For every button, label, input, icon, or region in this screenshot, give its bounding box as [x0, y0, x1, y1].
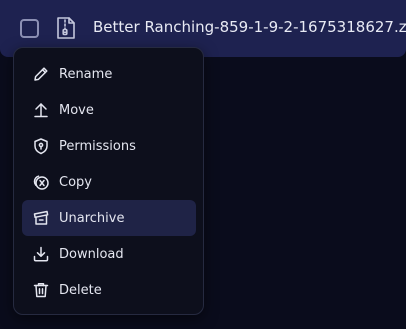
- archive-box-icon: [31, 208, 51, 228]
- zip-file-icon: [55, 16, 77, 40]
- file-name[interactable]: Better Ranching-859-1-9-2-1675318627.zip: [93, 18, 406, 36]
- menu-item-copy[interactable]: Copy: [22, 164, 196, 200]
- menu-item-download[interactable]: Download: [22, 236, 196, 272]
- arrow-up-icon: [31, 100, 51, 120]
- trash-icon: [31, 280, 51, 300]
- menu-item-rename[interactable]: Rename: [22, 56, 196, 92]
- menu-item-label: Permissions: [59, 138, 136, 154]
- shield-icon: [31, 136, 51, 156]
- copy-icon: [31, 172, 51, 192]
- menu-item-label: Unarchive: [59, 210, 125, 226]
- menu-item-label: Rename: [59, 66, 113, 82]
- menu-item-delete[interactable]: Delete: [22, 272, 196, 308]
- pencil-icon: [31, 64, 51, 84]
- menu-item-label: Copy: [59, 174, 92, 190]
- menu-item-permissions[interactable]: Permissions: [22, 128, 196, 164]
- download-icon: [31, 244, 51, 264]
- file-checkbox[interactable]: [20, 19, 39, 38]
- menu-item-label: Move: [59, 102, 94, 118]
- context-menu: Rename Move Permissions Copy Unarchive D…: [13, 47, 204, 315]
- menu-item-move[interactable]: Move: [22, 92, 196, 128]
- menu-item-label: Delete: [59, 282, 102, 298]
- menu-item-unarchive[interactable]: Unarchive: [22, 200, 196, 236]
- menu-item-label: Download: [59, 246, 124, 262]
